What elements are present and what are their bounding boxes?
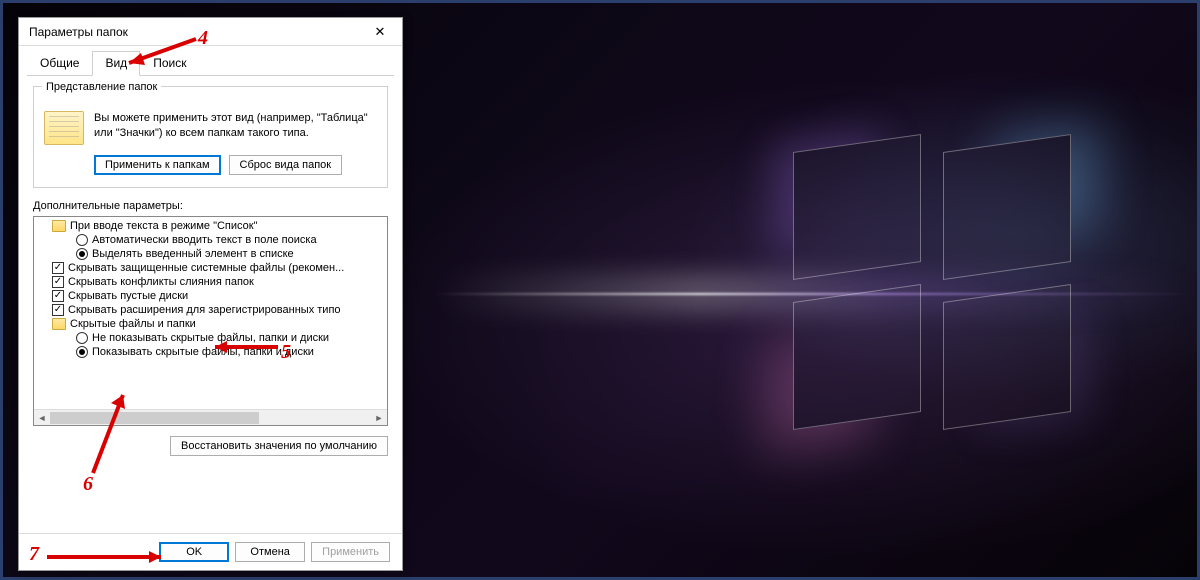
radio-icon	[76, 234, 88, 246]
advanced-settings-tree[interactable]: При вводе текста в режиме "Список" Автом…	[33, 216, 388, 426]
tree-item-hidden-group[interactable]: Скрытые файлы и папки	[38, 317, 387, 331]
apply-button[interactable]: Применить	[311, 542, 390, 562]
annotation-4: 4	[198, 27, 208, 50]
folder-icon	[44, 111, 84, 145]
cancel-button[interactable]: Отмена	[235, 542, 305, 562]
tree-radio-show-hidden[interactable]: Показывать скрытые файлы, папки и диски	[38, 345, 387, 359]
checkbox-icon	[52, 290, 64, 302]
group-title: Представление папок	[42, 81, 161, 93]
advanced-label: Дополнительные параметры:	[33, 200, 388, 212]
restore-defaults-button[interactable]: Восстановить значения по умолчанию	[170, 436, 388, 456]
scrollbar-thumb[interactable]	[50, 412, 259, 424]
close-button[interactable]: ✕	[364, 21, 396, 43]
radio-icon	[76, 346, 88, 358]
horizontal-scrollbar[interactable]: ◄ ►	[34, 409, 387, 425]
folder-options-dialog: Параметры папок ✕ Общие Вид Поиск Предст…	[18, 17, 403, 571]
tab-view[interactable]: Вид	[92, 51, 140, 76]
annotation-6: 6	[83, 473, 93, 496]
tree-check-hide-protected[interactable]: Скрывать защищенные системные файлы (рек…	[38, 261, 387, 275]
window-title: Параметры папок	[29, 25, 128, 39]
ok-button[interactable]: OK	[159, 542, 229, 562]
checkbox-icon	[52, 262, 64, 274]
folder-views-description: Вы можете применить этот вид (например, …	[94, 111, 377, 141]
windows-logo	[793, 143, 1073, 423]
tree-radio-dont-show-hidden[interactable]: Не показывать скрытые файлы, папки и дис…	[38, 331, 387, 345]
close-icon: ✕	[375, 24, 386, 40]
folder-icon	[52, 318, 66, 330]
titlebar: Параметры папок ✕	[19, 18, 402, 46]
checkbox-icon	[52, 276, 64, 288]
tree-check-hide-merge[interactable]: Скрывать конфликты слияния папок	[38, 275, 387, 289]
tab-general[interactable]: Общие	[27, 51, 92, 76]
folder-views-group: Представление папок Вы можете применить …	[33, 86, 388, 188]
tree-item-list-mode[interactable]: При вводе текста в режиме "Список"	[38, 219, 387, 233]
annotation-5: 5	[281, 341, 291, 364]
tree-check-hide-empty[interactable]: Скрывать пустые диски	[38, 289, 387, 303]
tree-radio-auto-type[interactable]: Автоматически вводить текст в поле поиск…	[38, 233, 387, 247]
folder-icon	[52, 220, 66, 232]
radio-icon	[76, 332, 88, 344]
reset-folders-button[interactable]: Сброс вида папок	[229, 155, 343, 175]
apply-to-folders-button[interactable]: Применить к папкам	[94, 155, 221, 175]
checkbox-icon	[52, 304, 64, 316]
tree-radio-select-typed[interactable]: Выделять введенный элемент в списке	[38, 247, 387, 261]
scroll-right-icon[interactable]: ►	[371, 410, 387, 426]
tree-check-hide-ext[interactable]: Скрывать расширения для зарегистрированн…	[38, 303, 387, 317]
dialog-footer: OK Отмена Применить	[19, 533, 402, 570]
tab-search[interactable]: Поиск	[140, 51, 199, 76]
annotation-7: 7	[29, 543, 39, 566]
tab-strip: Общие Вид Поиск	[27, 50, 394, 76]
radio-icon	[76, 248, 88, 260]
scroll-left-icon[interactable]: ◄	[34, 410, 50, 426]
